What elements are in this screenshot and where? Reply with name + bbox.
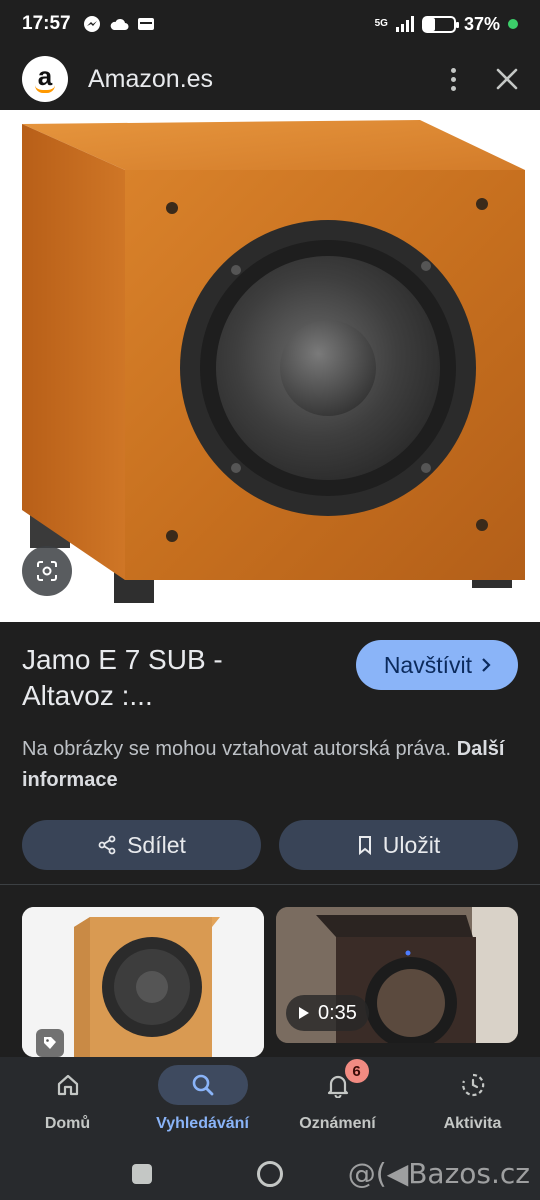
notification-count-badge: 6 xyxy=(344,1059,369,1083)
bookmark-icon xyxy=(358,836,371,855)
save-label: Uložit xyxy=(382,831,441,858)
network-label: 5G xyxy=(374,18,388,29)
activity-icon xyxy=(461,1073,484,1097)
nav-item-search[interactable]: Vyhledávání xyxy=(135,1057,270,1147)
app-bar: a Amazon.es xyxy=(0,48,540,110)
notification-icons xyxy=(83,15,155,33)
status-bar: 17:57 5G 37% xyxy=(0,0,540,48)
home-icon xyxy=(57,1074,78,1096)
battery-percent: 37% xyxy=(463,13,500,34)
tag-icon xyxy=(36,1029,64,1057)
visit-label: Navštívit xyxy=(383,651,472,678)
copyright-notice: Na obrázky se mohou vztahovat autorská p… xyxy=(22,734,518,796)
nav-item-home[interactable]: Domů xyxy=(0,1057,135,1147)
battery-icon xyxy=(421,15,459,33)
nav-label: Domů xyxy=(44,1115,91,1132)
visit-button[interactable]: Navštívit xyxy=(355,640,518,690)
nav-item-activity[interactable]: Aktivita xyxy=(405,1057,540,1147)
video-duration: 0:35 xyxy=(318,1001,357,1024)
search-icon xyxy=(192,1074,213,1096)
share-label: Sdílet xyxy=(127,831,186,858)
cabinet-side xyxy=(22,124,125,580)
more-options-icon[interactable] xyxy=(451,67,456,91)
divider xyxy=(0,884,540,885)
signal-icon xyxy=(395,16,414,32)
status-right: 5G 37% xyxy=(375,14,518,35)
subwoofer-illustration xyxy=(22,120,525,603)
status-time: 17:57 xyxy=(22,13,71,34)
share-icon xyxy=(98,835,116,855)
privacy-dot-icon xyxy=(508,19,518,29)
copyright-text: Na obrázky se mohou vztahovat autorská p… xyxy=(22,738,452,760)
share-button[interactable]: Sdílet xyxy=(22,820,261,870)
app-actions xyxy=(451,67,518,91)
dust-cap xyxy=(280,320,376,416)
play-icon xyxy=(299,1007,309,1019)
result-title[interactable]: Jamo E 7 SUB - Altavoz :... xyxy=(22,642,312,714)
close-icon[interactable] xyxy=(496,68,518,90)
amazon-logo: a xyxy=(22,56,68,102)
product-image[interactable] xyxy=(0,110,540,622)
nav-item-notifications[interactable]: 6 Oznámení xyxy=(270,1057,405,1147)
messenger-icon xyxy=(83,16,100,32)
related-thumbnail[interactable] xyxy=(22,907,264,1057)
recents-button[interactable] xyxy=(132,1163,153,1184)
battery-fill xyxy=(423,17,436,31)
home-button[interactable] xyxy=(256,1160,283,1187)
related-video-thumbnail[interactable]: 0:35 xyxy=(276,907,518,1043)
chevron-right-icon xyxy=(482,658,491,672)
site-title: Amazon.es xyxy=(88,64,214,93)
wallet-icon xyxy=(137,18,154,30)
related-results: 0:35 xyxy=(22,907,518,1057)
lens-search-button[interactable] xyxy=(22,546,72,596)
video-duration-badge: 0:35 xyxy=(286,995,369,1031)
bottom-navigation: Domů Vyhledávání 6 Oznámení Aktivita xyxy=(0,1057,540,1147)
network-indicator: 5G xyxy=(375,19,388,29)
nav-label: Aktivita xyxy=(443,1115,502,1132)
result-info: Jamo E 7 SUB - Altavoz :... Navštívit Na… xyxy=(0,622,540,884)
nav-label: Vyhledávání xyxy=(156,1115,249,1132)
system-navigation: @(◀Bazos.cz xyxy=(0,1147,540,1200)
action-row: Sdílet Uložit xyxy=(22,820,518,870)
save-button[interactable]: Uložit xyxy=(279,820,518,870)
lens-icon xyxy=(37,561,57,581)
nav-label: Oznámení xyxy=(299,1115,376,1132)
cloud-icon xyxy=(110,18,129,30)
watermark: @(◀Bazos.cz xyxy=(347,1157,530,1190)
